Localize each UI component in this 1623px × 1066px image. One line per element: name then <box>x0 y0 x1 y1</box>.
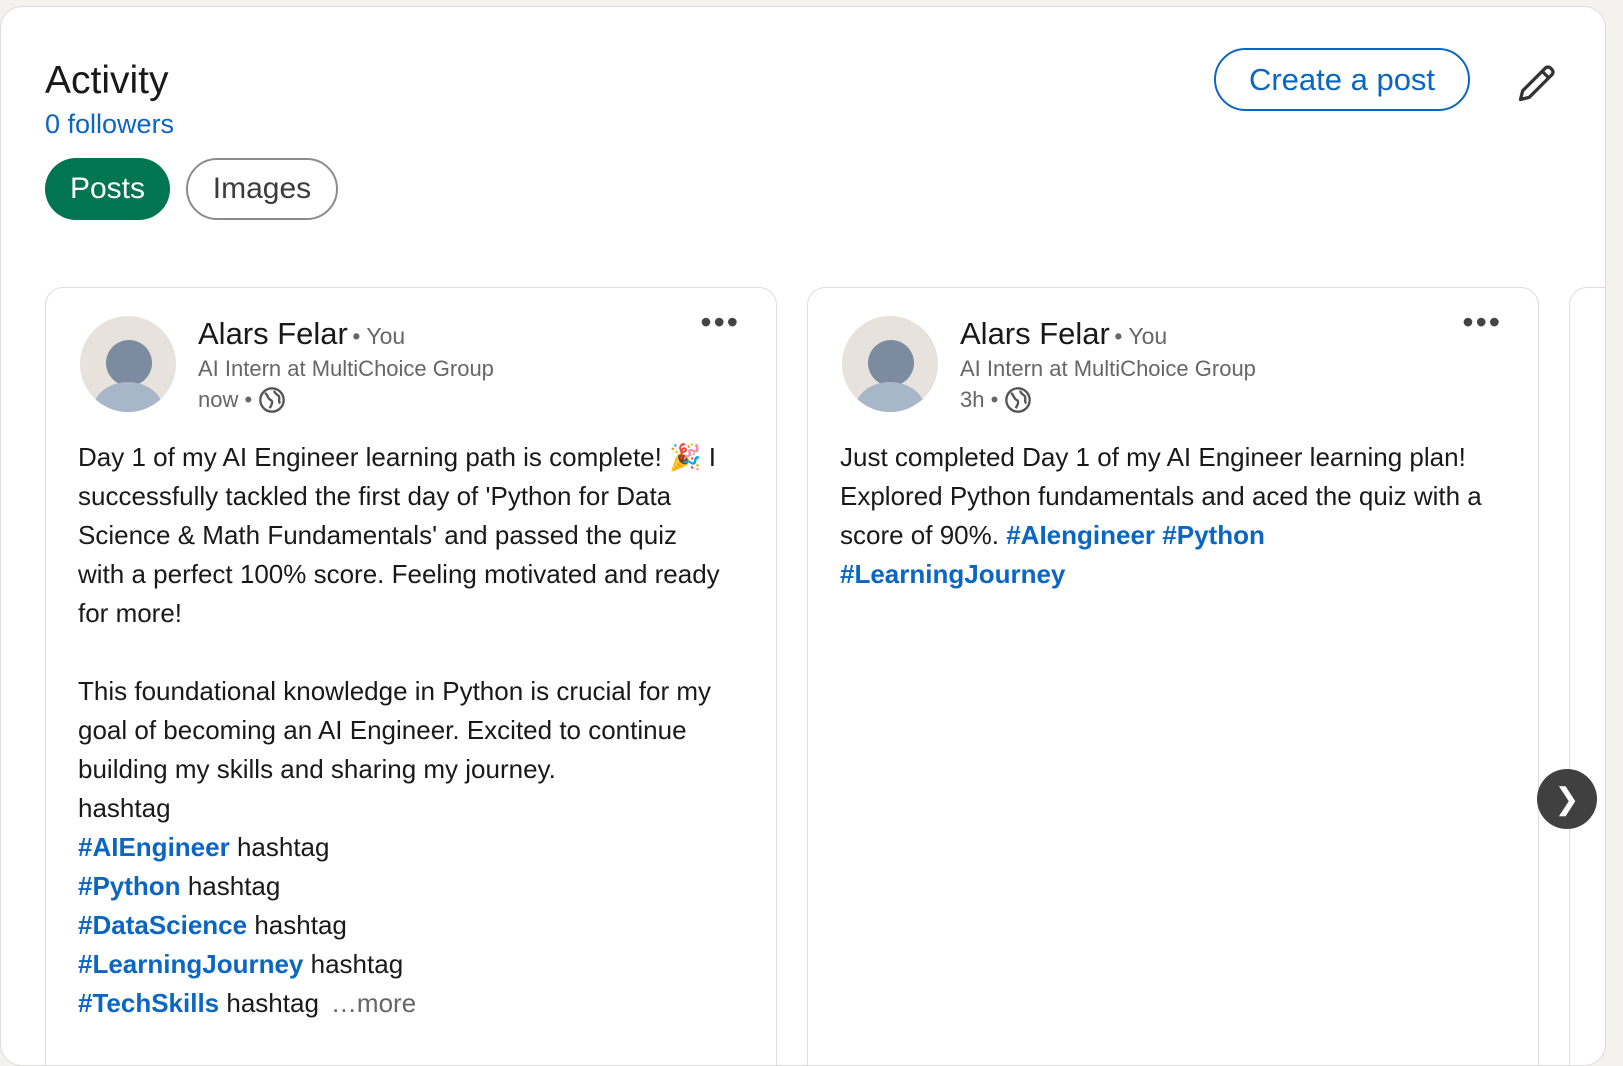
author-line: Alars Felar • You <box>198 316 405 352</box>
hashtag-link[interactable]: #Python <box>1162 520 1265 550</box>
post-time: now • <box>198 386 286 414</box>
post-body: Just completed Day 1 of my AI Engineer l… <box>840 438 1490 594</box>
globe-icon <box>1005 387 1032 413</box>
hashtag-word: hashtag <box>236 832 330 862</box>
hashtag-link[interactable]: #DataScience <box>78 910 247 940</box>
author-name[interactable]: Alars Felar <box>198 316 348 351</box>
filter-posts[interactable]: Posts <box>45 158 170 220</box>
hashtag-word: hashtag <box>187 871 281 901</box>
followers-link[interactable]: 0 followers <box>45 109 174 140</box>
hashtag-word: hashtag <box>254 910 347 940</box>
hashtag-link[interactable]: #TechSkills <box>78 988 219 1018</box>
author-name[interactable]: Alars Felar <box>960 316 1110 351</box>
hashtag-link[interactable]: #LearningJourney <box>840 559 1065 589</box>
more-options-button[interactable]: ••• <box>1462 306 1502 338</box>
author-line: Alars Felar • You <box>960 316 1167 352</box>
edit-button[interactable] <box>1507 53 1567 113</box>
post-card-partial <box>1569 287 1605 1065</box>
post-card: Alars Felar • You AI Intern at MultiChoi… <box>45 287 777 1065</box>
carousel-next-button[interactable]: ❯ <box>1537 769 1597 829</box>
section-title: Activity <box>45 59 169 102</box>
post-card: Alars Felar • You AI Intern at MultiChoi… <box>807 287 1539 1065</box>
you-label: • You <box>352 323 406 349</box>
post-paragraph: This foundational knowledge in Python is… <box>78 672 728 1023</box>
post-paragraph: Just completed Day 1 of my AI Engineer l… <box>840 438 1490 594</box>
post-timestamp: now • <box>198 387 253 412</box>
pencil-icon <box>1518 65 1555 102</box>
author-headline: AI Intern at MultiChoice Group <box>960 356 1256 381</box>
hashtag-word: hashtag <box>310 949 404 979</box>
activity-panel: Activity 0 followers Create a post Posts… <box>0 6 1606 1066</box>
more-options-button[interactable]: ••• <box>700 306 740 338</box>
post-paragraph-text: Just completed Day 1 of my AI Engineer l… <box>840 442 1482 550</box>
post-paragraph-text: This foundational knowledge in Python is… <box>78 676 711 784</box>
globe-icon <box>259 387 286 413</box>
avatar[interactable] <box>842 316 938 412</box>
hashtag-link[interactable]: #LearningJourney <box>78 949 303 979</box>
filter-images[interactable]: Images <box>186 158 338 220</box>
you-label: • You <box>1114 323 1168 349</box>
author-headline: AI Intern at MultiChoice Group <box>198 356 494 381</box>
post-timestamp: 3h • <box>960 387 999 412</box>
create-post-button[interactable]: Create a post <box>1214 48 1470 111</box>
avatar[interactable] <box>80 316 176 412</box>
hashtag-word: hashtag <box>78 793 171 823</box>
hashtag-link[interactable]: #Python <box>78 871 181 901</box>
hashtag-word: hashtag <box>226 988 319 1018</box>
hashtag-link[interactable]: #AIengineer <box>1006 520 1155 550</box>
hashtag-link[interactable]: #AIEngineer <box>78 832 230 862</box>
see-more-link[interactable]: …more <box>331 988 416 1018</box>
post-paragraph: Day 1 of my AI Engineer learning path is… <box>78 442 720 628</box>
post-time: 3h • <box>960 386 1032 414</box>
post-body: Day 1 of my AI Engineer learning path is… <box>78 438 728 1023</box>
